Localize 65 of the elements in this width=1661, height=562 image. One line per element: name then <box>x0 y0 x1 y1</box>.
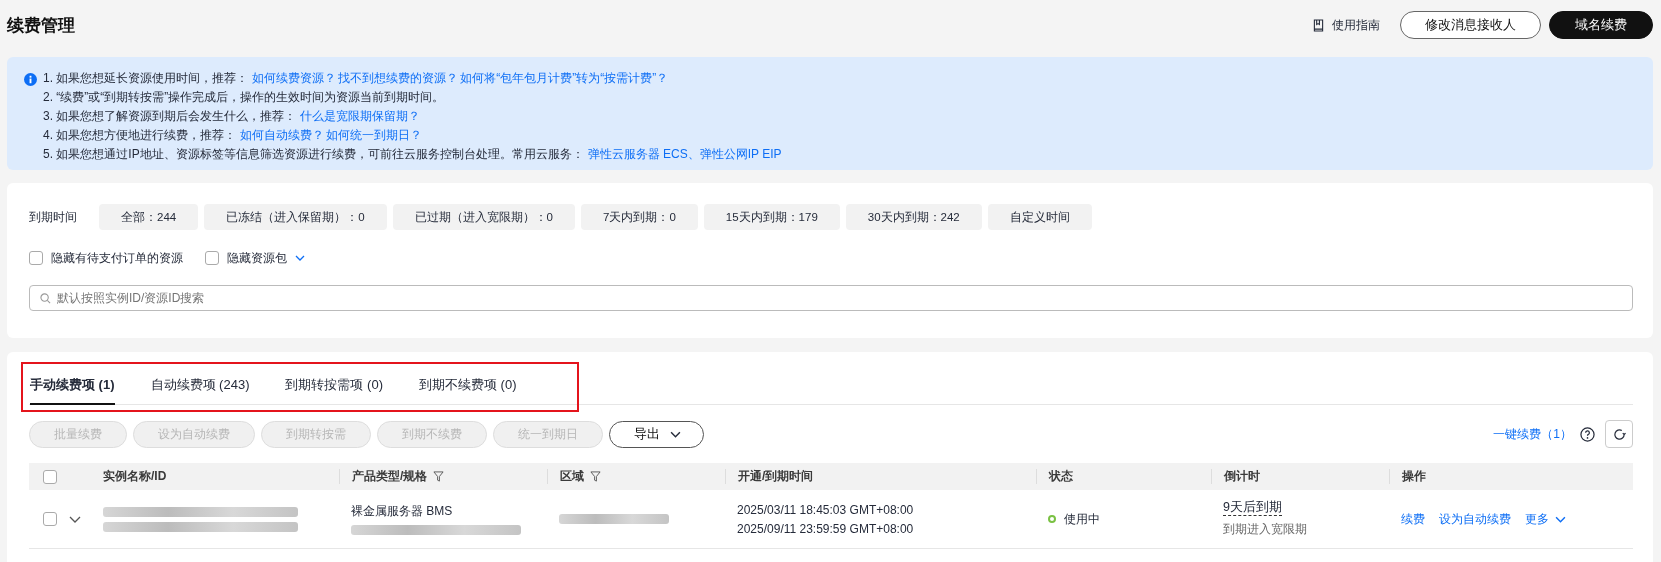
column-header: 开通/到期时间 <box>738 468 814 485</box>
toolbar-button[interactable]: 导出 <box>609 420 704 448</box>
column-header: 实例名称/ID <box>103 468 167 485</box>
column-header: 产品类型/规格 <box>352 468 428 485</box>
chevron-down-icon <box>670 430 681 438</box>
action-link[interactable]: 更多 <box>1525 510 1549 528</box>
filter-icon[interactable] <box>590 471 601 482</box>
checkbox[interactable] <box>43 512 57 526</box>
refresh-button[interactable] <box>1605 420 1633 448</box>
help-link[interactable]: 什么是宽限期保留期？ <box>300 109 421 123</box>
help-link[interactable]: 如何将“包年包月计费”转为“按需计费”？ <box>460 71 669 85</box>
checkbox[interactable] <box>29 251 43 265</box>
end-time: 2025/09/11 23:59:59 GMT+08:00 <box>737 521 915 536</box>
help-link[interactable]: 如何自动续费？ <box>240 128 325 142</box>
filter-icon[interactable] <box>433 471 445 482</box>
countdown-note: 到期进入宽限期 <box>1223 521 1308 538</box>
start-time: 2025/03/11 18:45:03 GMT+08:00 <box>737 502 915 517</box>
help-link[interactable]: 如何统一到期日？ <box>326 128 423 142</box>
help-link[interactable]: 弹性云服务器 ECS、弹性公网IP EIP <box>587 147 782 161</box>
tab[interactable]: 手动续费项 (1) <box>30 376 115 405</box>
search-icon <box>40 293 51 304</box>
checkbox[interactable] <box>205 251 219 265</box>
action-link[interactable]: 设为自动续费 <box>1439 510 1511 528</box>
search-field[interactable]: 默认按照实例ID/资源ID搜索 <box>29 285 1633 311</box>
notice-line: 4. 如果您想方便地进行续费，推荐： 如何自动续费？ 如何统一到期日？ <box>43 127 424 144</box>
checkbox[interactable] <box>43 469 57 484</box>
help-icon[interactable] <box>1580 426 1595 442</box>
chevron-down-icon[interactable] <box>295 255 305 261</box>
column-header: 状态 <box>1049 468 1073 485</box>
tab[interactable]: 到期转按需项 (0) <box>285 376 383 405</box>
refresh-icon <box>1612 427 1626 441</box>
filter-chip[interactable]: 已过期（进入宽限期）：0 <box>392 204 575 230</box>
notice-line: 3. 如果您想了解资源到期后会发生什么，推荐： 什么是宽限期保留期？ <box>43 108 422 125</box>
notice-line: 2. “续费”或“到期转按需”操作完成后，操作的生效时间为资源当前到期时间。 <box>43 89 446 106</box>
filter-chip[interactable]: 15天内到期：179 <box>703 204 840 230</box>
header-button[interactable]: 域名续费 <box>1549 11 1653 39</box>
guide-link[interactable]: 使用指南 <box>1332 16 1380 34</box>
action-link[interactable]: 续费 <box>1401 510 1425 528</box>
status-text: 使用中 <box>1064 510 1100 528</box>
countdown: 9天后到期 <box>1223 500 1282 516</box>
tab[interactable]: 自动续费项 (243) <box>150 376 250 405</box>
column-header: 倒计时 <box>1224 468 1260 485</box>
product-type: 裸金属服务器 BMS <box>351 503 454 520</box>
chevron-down-icon[interactable] <box>1555 515 1566 523</box>
column-header: 操作 <box>1402 468 1426 485</box>
header-button[interactable]: 修改消息接收人 <box>1400 11 1541 39</box>
filter-label: 到期时间 <box>29 208 78 226</box>
filter-chip[interactable]: 全部：244 <box>99 204 199 230</box>
checkbox-label: 隐藏有待支付订单的资源 <box>51 249 183 267</box>
notice-line: 5. 如果您想通过IP地址、资源标签等信息筛选资源进行续费，可前往云服务控制台处理。常用云服务： 弹性云服务器 ECS、弹性公网IP EIP <box>43 146 782 163</box>
tab[interactable]: 到期不续费项 (0) <box>418 376 517 405</box>
column-header: 区域 <box>560 468 584 485</box>
filter-chip[interactable]: 7天内到期：0 <box>581 204 698 230</box>
chevron-down-icon[interactable] <box>69 515 81 523</box>
info-icon <box>24 73 37 86</box>
checkbox-label: 隐藏资源包 <box>227 249 287 267</box>
one-click-renew-link[interactable]: 一键续费（1） <box>1493 425 1572 443</box>
book-icon <box>1313 18 1324 32</box>
page-title: 续费管理 <box>7 14 75 37</box>
notice-line: 1. 如果您想延长资源使用时间，推荐： 如何续费资源？ 找不到想续费的资源？ 如何将“包年包月计费”转为“按需计费”？ <box>43 70 670 87</box>
filter-chip[interactable]: 30天内到期：242 <box>845 204 982 230</box>
help-link[interactable]: 找不到想续费的资源？ <box>338 71 459 85</box>
filter-chip[interactable]: 自定义时间 <box>987 204 1092 230</box>
filter-chip[interactable]: 已冻结（进入保留期）：0 <box>204 204 387 230</box>
help-link[interactable]: 如何续费资源？ <box>252 71 337 85</box>
